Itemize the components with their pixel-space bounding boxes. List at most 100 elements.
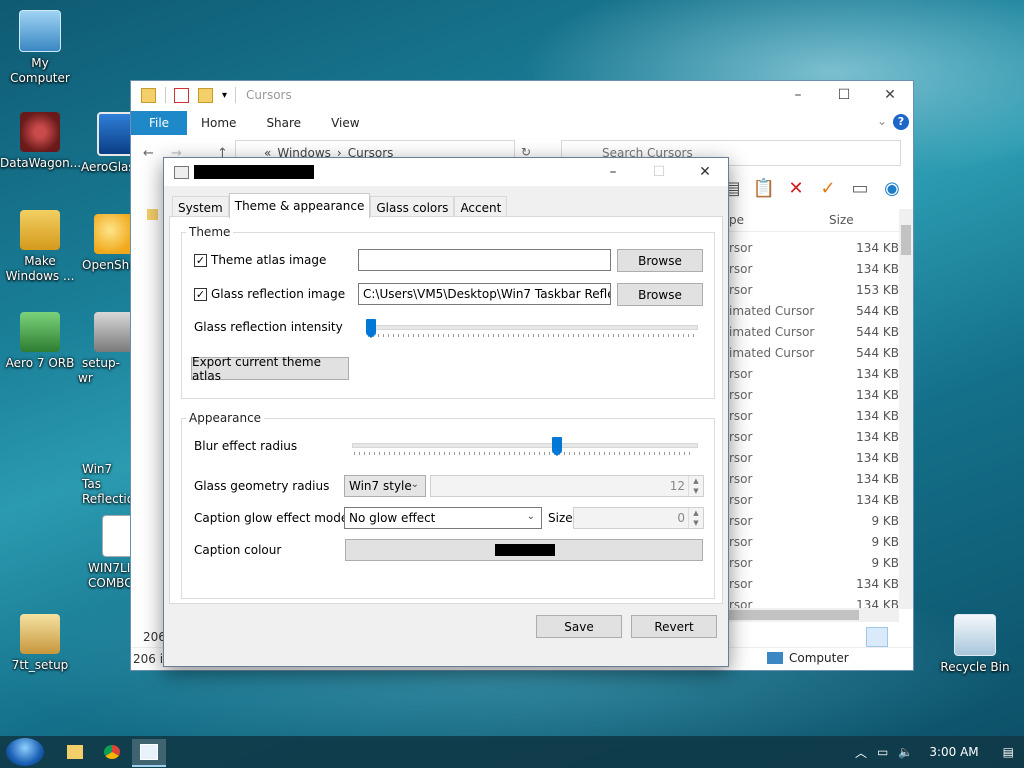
slider-thumb[interactable] xyxy=(552,437,562,456)
delete-icon[interactable]: ✕ xyxy=(785,177,807,199)
blur-radius-slider[interactable] xyxy=(352,437,698,457)
desktop-icon-my-computer[interactable]: My Computer xyxy=(0,10,80,86)
close-button[interactable]: ✕ xyxy=(867,81,913,109)
tab-glass-colors[interactable]: Glass colors xyxy=(370,196,455,218)
desktop-icon-win7-reflection[interactable]: Win7 Tas Reflection xyxy=(78,462,142,507)
back-arrow-icon[interactable]: ← xyxy=(143,146,154,161)
start-orb-icon[interactable] xyxy=(6,738,44,766)
slider-thumb[interactable] xyxy=(366,319,376,338)
theme-atlas-field[interactable] xyxy=(358,249,611,271)
row-type: rsor xyxy=(729,493,753,507)
table-row[interactable]: rsor 134 KB xyxy=(729,470,899,491)
checkmark-icon[interactable]: ✓ xyxy=(817,177,839,199)
theme-atlas-browse-button[interactable]: Browse xyxy=(617,249,703,272)
desktop-icon-7tt-setup[interactable]: 7tt_setup xyxy=(0,614,80,673)
caption-colour-button[interactable] xyxy=(345,539,703,561)
row-size: 134 KB xyxy=(856,577,899,591)
volume-icon[interactable]: 🔈 xyxy=(898,745,913,759)
tab-system[interactable]: System xyxy=(172,196,229,218)
table-row[interactable]: imated Cursor 544 KB xyxy=(729,323,899,344)
revert-button[interactable]: Revert xyxy=(631,615,717,638)
desktop-icon-datawagon[interactable]: DataWagon... xyxy=(0,112,81,171)
show-hidden-icons-icon[interactable]: ︿ xyxy=(855,744,867,761)
desktop-icon-win7li-combo[interactable]: WIN7LI COMBO xyxy=(88,515,144,591)
table-row[interactable]: rsor 134 KB xyxy=(729,365,899,386)
large-icons-view-icon[interactable] xyxy=(890,627,912,647)
table-row[interactable]: rsor 153 KB xyxy=(729,281,899,302)
desktop-icon-openshell[interactable]: OpenShe xyxy=(78,214,137,273)
dialog-titlebar[interactable]: – ☐ ✕ xyxy=(164,158,728,186)
expand-ribbon-icon[interactable]: ⌄ xyxy=(877,114,887,128)
explorer-titlebar[interactable]: ▾ Cursors – ☐ ✕ xyxy=(131,81,913,109)
folder-icon[interactable] xyxy=(147,209,158,220)
orb-icon xyxy=(20,312,60,352)
tab-share[interactable]: Share xyxy=(266,116,301,130)
table-row[interactable]: rsor 134 KB xyxy=(729,428,899,449)
desktop-icon-make-windows[interactable]: Make Windows ... xyxy=(0,210,80,284)
desktop-icon-aero7orb[interactable]: Aero 7 ORB xyxy=(0,312,80,371)
export-theme-atlas-button[interactable]: Export current theme atlas xyxy=(191,355,349,383)
geometry-style-dropdown[interactable]: Win7 style ⌄ xyxy=(344,475,426,497)
close-button[interactable]: ✕ xyxy=(682,158,728,186)
tab-home[interactable]: Home xyxy=(201,116,236,130)
quick-access-dropdown-icon[interactable]: ▾ xyxy=(222,90,227,101)
vertical-scrollbar[interactable] xyxy=(899,209,913,609)
desktop-icon-recycle-bin[interactable]: Recycle Bin xyxy=(935,614,1015,675)
table-row[interactable]: rsor 9 KB xyxy=(729,554,899,575)
tab-theme-appearance[interactable]: Theme & appearance xyxy=(228,193,371,218)
table-row[interactable]: imated Cursor 544 KB xyxy=(729,302,899,323)
network-icon[interactable]: ▭ xyxy=(877,745,888,759)
properties-icon[interactable] xyxy=(174,87,189,103)
desktop-icon-aeroglass[interactable]: AeroGlass xyxy=(75,112,141,175)
paste-icon[interactable]: 📋 xyxy=(753,177,775,199)
taskbar: ︿ ▭ 🔈 3:00 AM ▤ xyxy=(0,736,1024,768)
tab-accent[interactable]: Accent xyxy=(454,196,508,218)
table-row[interactable]: rsor 134 KB xyxy=(729,491,899,512)
tab-view[interactable]: View xyxy=(331,116,359,130)
new-folder-icon[interactable] xyxy=(198,87,213,103)
minimize-button[interactable]: – xyxy=(590,158,636,186)
tab-file[interactable]: File xyxy=(131,111,187,135)
table-row[interactable]: rsor 9 KB xyxy=(729,533,899,554)
file-explorer-taskbar-button[interactable] xyxy=(58,739,92,765)
details-view-icon[interactable] xyxy=(866,627,888,647)
save-button[interactable]: Save xyxy=(536,615,622,638)
reflection-intensity-slider[interactable] xyxy=(366,319,698,339)
table-row[interactable]: rsor 134 KB xyxy=(729,386,899,407)
help-icon[interactable]: ? xyxy=(893,114,909,130)
app-taskbar-button[interactable] xyxy=(132,739,166,767)
table-row[interactable]: imated Cursor 544 KB xyxy=(729,344,899,365)
setup-icon xyxy=(94,312,134,352)
row-type: rsor xyxy=(729,367,753,381)
horizontal-scrollbar[interactable] xyxy=(729,608,899,622)
caption-glow-dropdown[interactable]: No glow effect ⌄ xyxy=(344,507,542,529)
table-row[interactable]: rsor 134 KB xyxy=(729,239,899,260)
table-row[interactable]: rsor 9 KB xyxy=(729,512,899,533)
folder-icon xyxy=(67,745,83,759)
globe-icon[interactable]: ◉ xyxy=(881,177,903,199)
theme-atlas-checkbox[interactable]: ✓ xyxy=(194,254,207,267)
clock[interactable]: 3:00 AM xyxy=(929,745,978,759)
column-size[interactable]: Size xyxy=(829,213,854,227)
row-type: imated Cursor xyxy=(729,325,815,339)
maximize-button: ☐ xyxy=(652,164,666,180)
row-size: 134 KB xyxy=(856,262,899,276)
row-size: 134 KB xyxy=(856,493,899,507)
desktop-icon-setup[interactable]: setup-wr xyxy=(78,312,134,386)
minimize-button[interactable]: – xyxy=(775,81,821,109)
maximize-button[interactable]: ☐ xyxy=(821,81,867,109)
table-row[interactable]: rsor 134 KB xyxy=(729,407,899,428)
notifications-icon[interactable]: ▤ xyxy=(1003,745,1014,759)
chrome-taskbar-button[interactable] xyxy=(95,739,129,765)
settings-dialog[interactable]: – ☐ ✕ System Theme & appearance Glass co… xyxy=(163,157,729,667)
glass-reflection-checkbox[interactable]: ✓ xyxy=(194,288,207,301)
column-type[interactable]: pe xyxy=(729,213,744,227)
table-row[interactable]: rsor 134 KB xyxy=(729,449,899,470)
table-row[interactable]: rsor 134 KB xyxy=(729,575,899,596)
glass-reflection-field[interactable]: C:\Users\VM5\Desktop\Win7 Taskbar Reflec… xyxy=(358,283,611,305)
table-row[interactable]: rsor 134 KB xyxy=(729,260,899,281)
glass-reflection-browse-button[interactable]: Browse xyxy=(617,283,703,306)
rename-icon[interactable]: ▭ xyxy=(849,177,871,199)
row-size: 9 KB xyxy=(871,556,899,570)
tab-panel: Theme ✓ Theme atlas image Browse ✓ Glass… xyxy=(169,216,723,604)
